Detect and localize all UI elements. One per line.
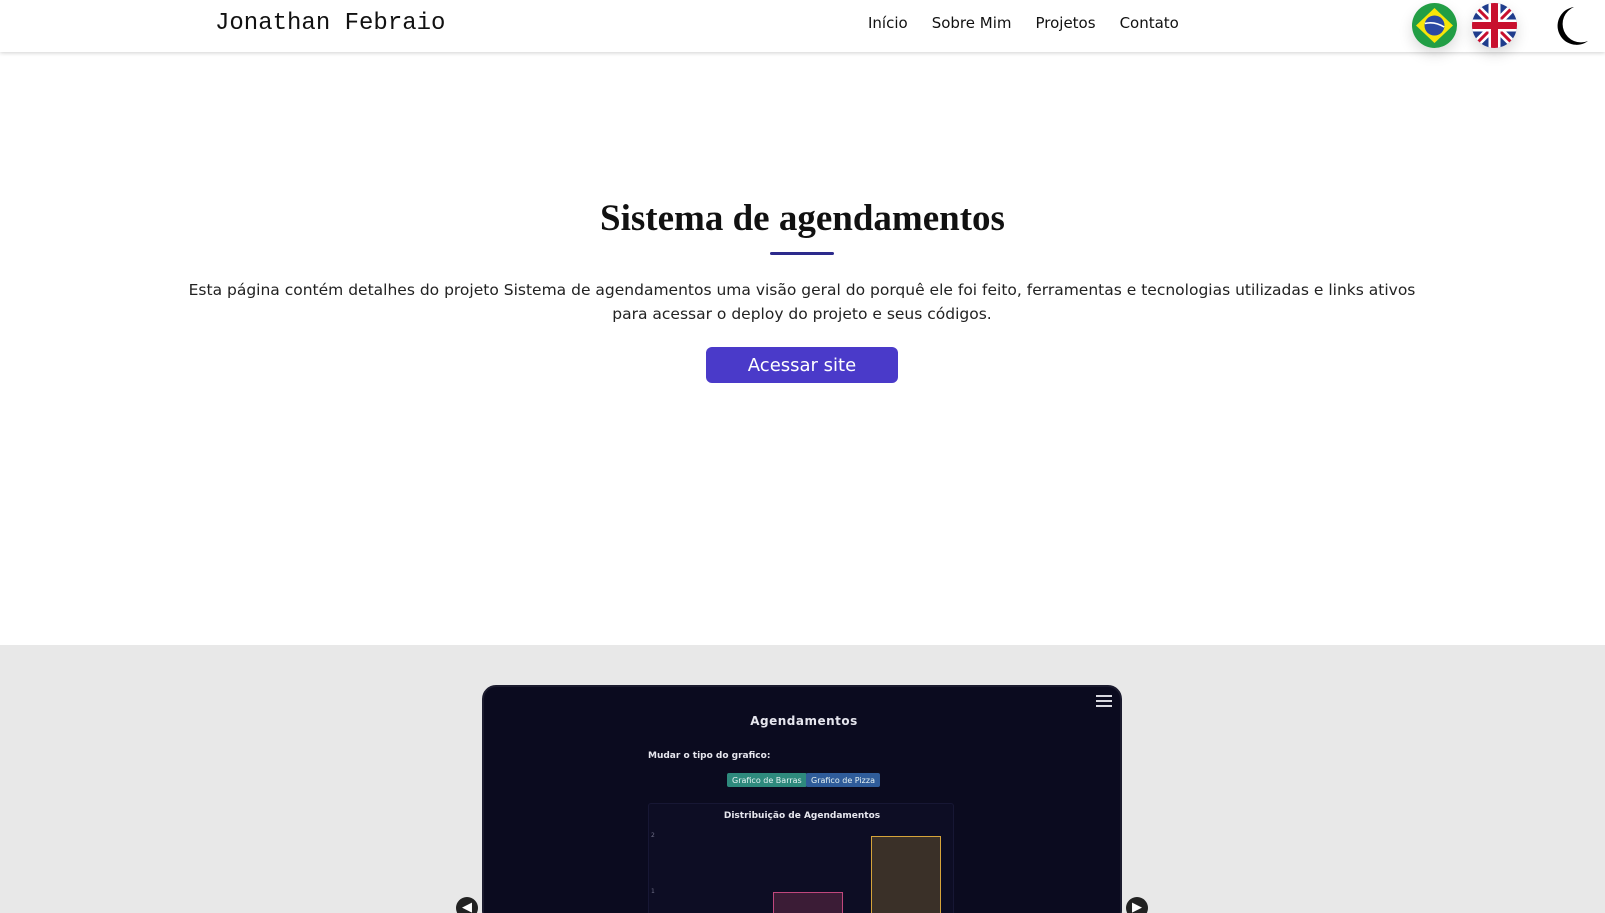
nav-sobre-mim[interactable]: Sobre Mim: [932, 14, 1012, 32]
project-screenshot: Agendamentos Mudar o tipo do grafico: Gr…: [482, 685, 1122, 913]
brand-name[interactable]: Jonathan Febraio: [215, 10, 445, 37]
uk-flag-icon[interactable]: [1472, 3, 1517, 48]
chart-type-label: Mudar o tipo do grafico:: [648, 751, 771, 761]
title-underline: [770, 252, 834, 255]
nav-contato[interactable]: Contato: [1120, 14, 1179, 32]
navbar: Jonathan Febraio Início Sobre Mim Projet…: [0, 0, 1605, 52]
project-description: Esta página contém detalhes do projeto S…: [188, 281, 1416, 323]
screenshot-title: Agendamentos: [750, 714, 858, 728]
nav-inicio[interactable]: Início: [868, 14, 908, 32]
bar-chart-button[interactable]: Grafico de Barras: [727, 773, 807, 787]
nav-projetos[interactable]: Projetos: [1035, 14, 1095, 32]
brazil-flag-icon[interactable]: [1412, 3, 1457, 48]
project-gallery: ◀ Agendamentos Mudar o tipo do grafico: …: [0, 645, 1605, 913]
appointments-chart: Distribuição de Agendamentos 2 1: [648, 803, 954, 913]
moon-icon[interactable]: [1548, 3, 1590, 49]
chart-bar: [773, 892, 843, 913]
access-site-button[interactable]: Acessar site: [706, 347, 898, 383]
y-tick-2: 2: [651, 832, 655, 839]
hamburger-menu-icon[interactable]: [1096, 695, 1112, 710]
chevron-right-icon[interactable]: ▶: [1126, 897, 1148, 913]
page-title: Sistema de agendamentos: [600, 198, 1005, 239]
chart-title: Distribuição de Agendamentos: [723, 811, 881, 821]
pie-chart-button[interactable]: Grafico de Pizza: [806, 773, 880, 787]
chart-bar: [871, 836, 941, 913]
y-tick-1: 1: [651, 888, 655, 895]
chevron-left-icon[interactable]: ◀: [456, 897, 478, 913]
hero-section: Sistema de agendamentos Esta página cont…: [0, 52, 1605, 645]
nav-links: Início Sobre Mim Projetos Contato: [868, 14, 1203, 32]
